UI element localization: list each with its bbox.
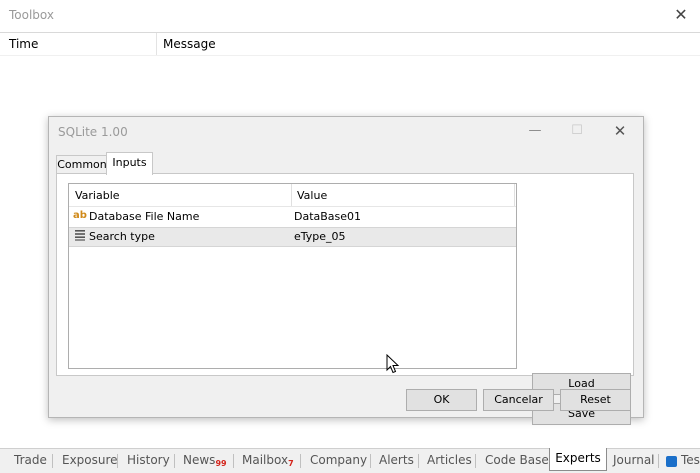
tab-history[interactable]: History: [127, 453, 170, 467]
input-variable: Database File Name: [89, 210, 200, 223]
input-variable: Search type: [89, 230, 155, 243]
ok-button[interactable]: OK: [406, 389, 477, 411]
input-row[interactable]: ab Database File Name DataBase01: [69, 207, 516, 227]
tab-articles[interactable]: Articles: [427, 453, 472, 467]
tab-trade[interactable]: Trade: [14, 453, 47, 467]
tab-separator: [52, 454, 53, 468]
cancel-button[interactable]: Cancelar: [483, 389, 554, 411]
tab-tester[interactable]: Tes: [681, 453, 700, 467]
tab-company[interactable]: Company: [310, 453, 367, 467]
tester-icon: [666, 456, 677, 467]
tab-separator: [117, 454, 118, 468]
minimize-icon[interactable]: —: [521, 121, 549, 141]
tab-separator: [658, 454, 659, 468]
tab-code-base[interactable]: Code Base: [485, 453, 549, 467]
tab-alerts[interactable]: Alerts: [379, 453, 414, 467]
tab-separator: [370, 454, 371, 468]
log-column-divider[interactable]: [156, 33, 157, 55]
toolbox-title: Toolbox: [9, 8, 54, 22]
input-value[interactable]: eType_05: [294, 230, 346, 243]
tab-separator: [475, 454, 476, 468]
tab-separator: [418, 454, 419, 468]
toolbox-tab-strip: Trade Exposure History News99 Mailbox7 C…: [0, 448, 700, 473]
toolbox-close-icon[interactable]: ✕: [670, 4, 692, 26]
toolbox-titlebar: Toolbox ✕: [0, 0, 700, 33]
tab-separator: [174, 454, 175, 468]
grid-column-divider-end: [514, 184, 515, 206]
tab-experts[interactable]: Experts: [549, 448, 607, 471]
tab-inputs[interactable]: Inputs: [106, 152, 153, 175]
tab-exposure[interactable]: Exposure: [62, 453, 118, 467]
tab-news[interactable]: News99: [183, 453, 227, 468]
inputs-panel: Variable Value ab Database File Name Dat…: [56, 173, 634, 425]
inputs-grid: Variable Value ab Database File Name Dat…: [68, 183, 517, 369]
grid-header: Variable Value: [69, 184, 516, 207]
log-header: Time Message: [0, 33, 700, 56]
log-column-message[interactable]: Message: [163, 37, 216, 51]
input-row[interactable]: Search type eType_05: [69, 227, 516, 247]
tab-mailbox[interactable]: Mailbox7: [242, 453, 294, 468]
enum-icon: [73, 229, 87, 243]
grid-column-divider[interactable]: [291, 184, 292, 206]
grid-header-variable[interactable]: Variable: [75, 189, 120, 202]
input-value[interactable]: DataBase01: [294, 210, 361, 223]
news-badge: 99: [215, 459, 227, 468]
reset-button[interactable]: Reset: [560, 389, 631, 411]
dialog-title: SQLite 1.00: [58, 125, 128, 139]
mailbox-badge: 7: [288, 459, 294, 468]
tab-separator: [300, 454, 301, 468]
maximize-icon: ☐: [571, 123, 583, 138]
ab-string-icon: ab: [73, 210, 87, 221]
grid-header-value[interactable]: Value: [297, 189, 327, 202]
dialog-close-icon[interactable]: ✕: [606, 121, 634, 141]
expert-properties-dialog: SQLite 1.00 — ☐ ✕ Common Inputs Variable…: [48, 116, 644, 425]
tab-separator: [233, 454, 234, 468]
log-column-time[interactable]: Time: [9, 37, 38, 51]
tab-journal[interactable]: Journal: [613, 453, 655, 467]
tab-common[interactable]: Common: [56, 155, 108, 174]
mouse-cursor-icon: [386, 354, 400, 374]
